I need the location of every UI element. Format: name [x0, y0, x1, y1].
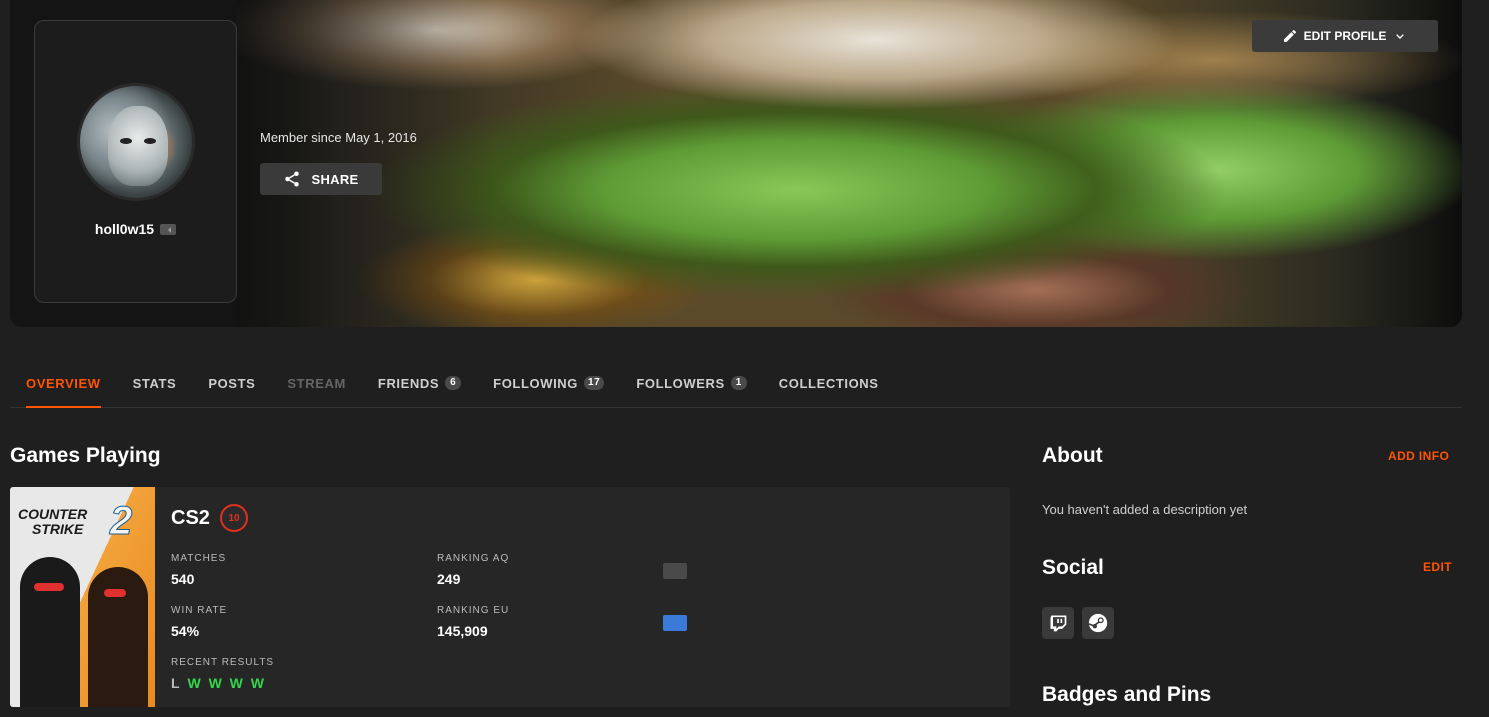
badges-title: Badges and Pins: [1042, 683, 1212, 706]
share-icon: [285, 171, 300, 187]
result-win: W: [250, 675, 264, 691]
twitch-icon[interactable]: [1042, 607, 1074, 639]
username-row: holl0w15: [35, 221, 236, 237]
games-playing-title: Games Playing: [10, 444, 161, 467]
soldier-figure: [88, 567, 148, 707]
followers-count-badge: 1: [730, 376, 747, 390]
tab-label: STATS: [132, 376, 177, 391]
pencil-icon: [1283, 29, 1296, 42]
game-card-cs2[interactable]: COUNTER STRIKE 2 CS2 10 MATCHES 540 RANK…: [10, 487, 1010, 707]
about-description: You haven't added a description yet: [1042, 502, 1248, 517]
edit-profile-button[interactable]: EDIT PROFILE: [1252, 20, 1438, 52]
result-loss: L: [171, 675, 180, 691]
tab-label: COLLECTIONS: [778, 376, 879, 391]
about-title: About: [1042, 444, 1103, 467]
edit-social-link[interactable]: EDIT: [1423, 560, 1452, 574]
tab-collections[interactable]: COLLECTIONS: [763, 360, 895, 407]
username: holl0w15: [94, 221, 155, 237]
profile-card: holl0w15: [34, 20, 237, 303]
cover-title-line2: STRIKE: [32, 521, 84, 537]
tab-stats[interactable]: STATS: [117, 360, 193, 407]
steam-glyph: [1088, 613, 1108, 633]
skill-level-value: 10: [228, 512, 240, 524]
tab-label: OVERVIEW: [26, 376, 101, 391]
recent-results-label: RECENT RESULTS: [171, 657, 275, 668]
ranking-eu-value: 145,909: [437, 623, 488, 639]
profile-tabs: OVERVIEW STATS POSTS STREAM FRIENDS 6 FO…: [10, 360, 1462, 408]
cover-title-line1: COUNTER: [18, 506, 88, 522]
steam-icon[interactable]: [1082, 607, 1114, 639]
ranking-aq-value: 249: [437, 571, 461, 587]
avatar-eye-left: [120, 138, 132, 144]
eu-region-icon: [663, 615, 687, 631]
avatar-eye-right: [144, 138, 156, 144]
tab-label: FRIENDS: [377, 376, 440, 391]
country-flag-icon: [160, 223, 177, 235]
tab-followers[interactable]: FOLLOWERS 1: [620, 360, 762, 407]
recent-results: L W W W W: [171, 675, 268, 691]
matches-value: 540: [171, 571, 195, 587]
member-since: Member since May 1, 2016: [260, 130, 417, 145]
soldier-goggles: [34, 583, 64, 591]
tab-posts[interactable]: POSTS: [192, 360, 271, 407]
share-label: SHARE: [311, 171, 359, 187]
win-rate-label: WIN RATE: [171, 605, 228, 616]
twitch-glyph: [1050, 615, 1067, 632]
edit-profile-label: EDIT PROFILE: [1303, 29, 1387, 43]
result-win: W: [229, 675, 243, 691]
following-count-badge: 17: [584, 376, 605, 390]
tab-overview[interactable]: OVERVIEW: [10, 360, 117, 408]
soldier-goggles: [104, 589, 126, 597]
game-cover: COUNTER STRIKE 2: [10, 487, 155, 707]
tab-friends[interactable]: FRIENDS 6: [362, 360, 477, 407]
region-flag-icon: [663, 563, 687, 579]
result-win: W: [187, 675, 201, 691]
ranking-eu-label: RANKING EU: [437, 605, 510, 616]
tab-label: POSTS: [208, 376, 256, 391]
tab-label: FOLLOWERS: [636, 376, 725, 391]
matches-label: MATCHES: [171, 553, 227, 564]
social-title: Social: [1042, 556, 1104, 579]
skill-level-badge: 10: [220, 504, 248, 532]
soldier-figure: [20, 557, 80, 707]
win-rate-value: 54%: [171, 623, 200, 639]
friends-count-badge: 6: [445, 376, 462, 390]
share-button[interactable]: SHARE: [260, 163, 382, 195]
tab-label: FOLLOWING: [493, 376, 579, 391]
game-name: CS2: [171, 507, 210, 529]
ranking-aq-label: RANKING AQ: [437, 553, 510, 564]
tab-following[interactable]: FOLLOWING 17: [477, 360, 620, 407]
add-info-link[interactable]: ADD INFO: [1388, 449, 1449, 463]
profile-page: holl0w15 Member since May 1, 2016 SHARE …: [0, 0, 1489, 717]
tab-label: STREAM: [287, 376, 346, 391]
avatar[interactable]: [77, 83, 195, 201]
cover-number: 2: [109, 499, 133, 544]
result-win: W: [208, 675, 222, 691]
cover-title: COUNTER STRIKE: [18, 507, 87, 537]
chevron-down-icon: [1396, 34, 1405, 39]
tab-stream[interactable]: STREAM: [271, 360, 362, 407]
avatar-face: [108, 106, 168, 186]
